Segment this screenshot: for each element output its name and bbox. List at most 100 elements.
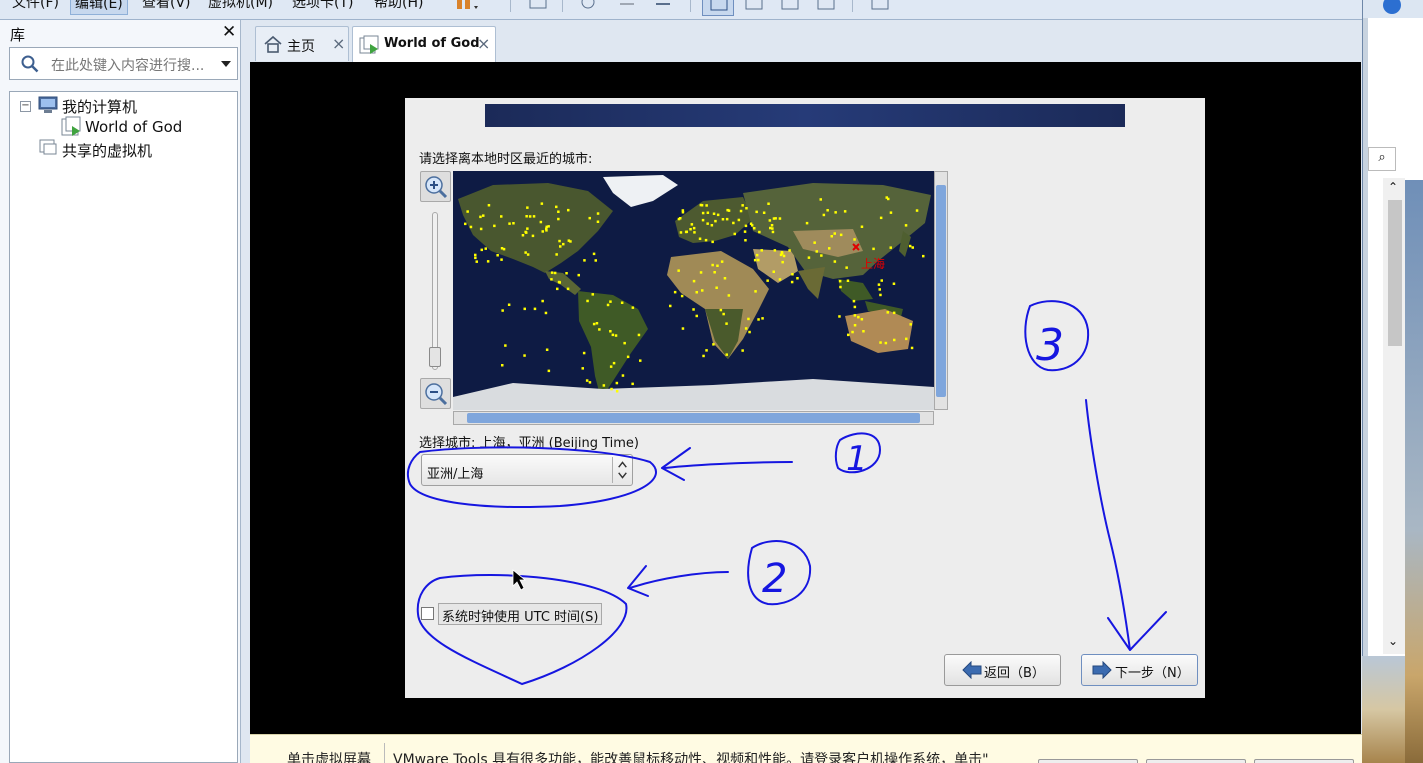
shared-vm-icon bbox=[39, 139, 57, 155]
timezone-select[interactable]: 亚洲/上海 bbox=[421, 454, 633, 486]
city-dot bbox=[637, 333, 641, 337]
city-dot bbox=[908, 244, 912, 248]
city-dot bbox=[813, 241, 816, 244]
city-dot bbox=[839, 285, 842, 289]
city-dot bbox=[541, 299, 544, 303]
search-icon[interactable]: ⌕ bbox=[1368, 147, 1396, 171]
pause-icon[interactable] bbox=[448, 0, 480, 16]
city-dot bbox=[712, 343, 715, 346]
city-dot bbox=[862, 330, 865, 333]
desktop-wallpaper-strip bbox=[1362, 656, 1405, 763]
chevron-down-icon[interactable]: ⌄ bbox=[1388, 634, 1398, 648]
city-dot bbox=[602, 384, 606, 387]
city-dot bbox=[757, 318, 760, 321]
tree-item-vm[interactable]: World of God bbox=[85, 118, 182, 136]
install-tools-button[interactable] bbox=[1038, 759, 1138, 763]
city-dot bbox=[872, 247, 875, 251]
background-scroll-thumb[interactable] bbox=[1388, 200, 1402, 346]
city-dot bbox=[698, 237, 702, 240]
city-dot bbox=[592, 252, 596, 256]
city-dot bbox=[706, 211, 710, 214]
city-dot bbox=[860, 318, 864, 321]
send-ctrl-alt-del-icon[interactable] bbox=[522, 0, 554, 16]
zoom-in-button[interactable] bbox=[420, 171, 451, 202]
console-view-icon[interactable] bbox=[864, 0, 896, 16]
tab-world-of-god[interactable]: World of God × bbox=[352, 26, 496, 62]
city-dot bbox=[585, 379, 589, 382]
library-search-input[interactable]: 在此处键入内容进行搜... bbox=[9, 47, 238, 80]
city-dot bbox=[701, 218, 705, 222]
close-icon[interactable]: × bbox=[477, 34, 490, 53]
city-dot bbox=[532, 215, 536, 218]
never-remind-button[interactable] bbox=[1254, 759, 1354, 763]
city-dot bbox=[700, 204, 704, 207]
remind-later-button[interactable] bbox=[1146, 759, 1246, 763]
city-dot bbox=[689, 228, 692, 231]
utc-checkbox-label[interactable]: 系统时钟使用 UTC 时间(S) bbox=[438, 603, 603, 625]
world-map[interactable]: 上海 bbox=[453, 171, 934, 410]
snapshot-icon[interactable] bbox=[574, 0, 606, 16]
menu-view[interactable]: 查看(V) bbox=[138, 0, 195, 15]
close-icon[interactable]: × bbox=[332, 34, 345, 53]
map-horizontal-scroll-thumb[interactable] bbox=[467, 413, 920, 423]
menu-file[interactable]: 文件(F) bbox=[8, 0, 63, 15]
close-icon[interactable]: ✕ bbox=[222, 22, 236, 42]
city-dot bbox=[790, 280, 794, 284]
vm-play-icon bbox=[359, 35, 379, 54]
city-dot bbox=[565, 272, 568, 275]
city-dot bbox=[533, 307, 537, 311]
city-dot bbox=[677, 217, 681, 221]
zoom-slider-thumb[interactable] bbox=[429, 347, 441, 367]
collapse-icon[interactable]: − bbox=[20, 101, 31, 112]
city-dot bbox=[521, 234, 525, 237]
city-dot bbox=[753, 258, 757, 262]
city-dot bbox=[558, 239, 561, 243]
city-dot bbox=[843, 210, 847, 213]
vm-display[interactable]: 请选择离本地时区最近的城市: 上海 选择城市: 上海，亚洲 (Beijing T… bbox=[250, 62, 1361, 734]
next-button-label: 下一步（N） bbox=[1115, 666, 1190, 681]
next-button[interactable]: 下一步（N） bbox=[1081, 654, 1198, 686]
city-dot bbox=[889, 211, 893, 214]
menu-vm[interactable]: 虚拟机(M) bbox=[204, 0, 277, 15]
city-dot bbox=[553, 271, 557, 275]
menu-help[interactable]: 帮助(H) bbox=[370, 0, 427, 15]
city-dot bbox=[741, 349, 744, 352]
select-arrows-icon bbox=[612, 457, 627, 483]
city-dot bbox=[524, 230, 527, 234]
toolbar-separator bbox=[562, 0, 563, 12]
tree-item-shared-vms[interactable]: 共享的虚拟机 bbox=[62, 140, 152, 161]
city-dot bbox=[748, 330, 751, 334]
utc-checkbox[interactable] bbox=[421, 607, 434, 620]
city-dot bbox=[771, 230, 775, 234]
zoom-out-button[interactable] bbox=[420, 378, 451, 409]
city-dot bbox=[594, 259, 597, 262]
menu-tabs[interactable]: 选项卡(T) bbox=[288, 0, 357, 15]
city-dot bbox=[545, 348, 549, 351]
chevron-up-icon[interactable]: ⌃ bbox=[1388, 180, 1398, 194]
map-vertical-scroll-thumb[interactable] bbox=[936, 185, 946, 397]
city-dot bbox=[555, 205, 558, 209]
thumbnail-bar-icon[interactable] bbox=[738, 0, 770, 16]
full-screen-icon[interactable] bbox=[774, 0, 806, 16]
city-dot bbox=[582, 351, 586, 355]
snapshot-manager-icon[interactable] bbox=[648, 0, 680, 16]
chevron-down-icon[interactable] bbox=[219, 57, 233, 71]
city-dot bbox=[705, 349, 708, 352]
map-vertical-scrollbar[interactable] bbox=[934, 171, 948, 410]
city-dot bbox=[464, 222, 467, 226]
city-dot bbox=[626, 355, 630, 359]
menu-edit[interactable]: 编辑(E) bbox=[70, 0, 128, 15]
back-button[interactable]: 返回（B） bbox=[944, 654, 1061, 686]
map-horizontal-scrollbar[interactable] bbox=[453, 411, 934, 425]
tab-home[interactable]: 主页 × bbox=[255, 26, 349, 61]
background-window-scrollbar[interactable]: ⌃ ⌄ bbox=[1383, 178, 1405, 654]
city-dot bbox=[681, 327, 685, 330]
unity-icon[interactable] bbox=[810, 0, 842, 16]
tree-item-my-computer[interactable]: 我的计算机 bbox=[62, 96, 137, 117]
revert-snapshot-icon[interactable] bbox=[612, 0, 644, 16]
show-library-icon[interactable] bbox=[702, 0, 734, 16]
city-dot bbox=[523, 307, 526, 311]
city-dot bbox=[778, 217, 782, 220]
city-dot bbox=[631, 306, 635, 309]
city-dot bbox=[690, 223, 694, 226]
